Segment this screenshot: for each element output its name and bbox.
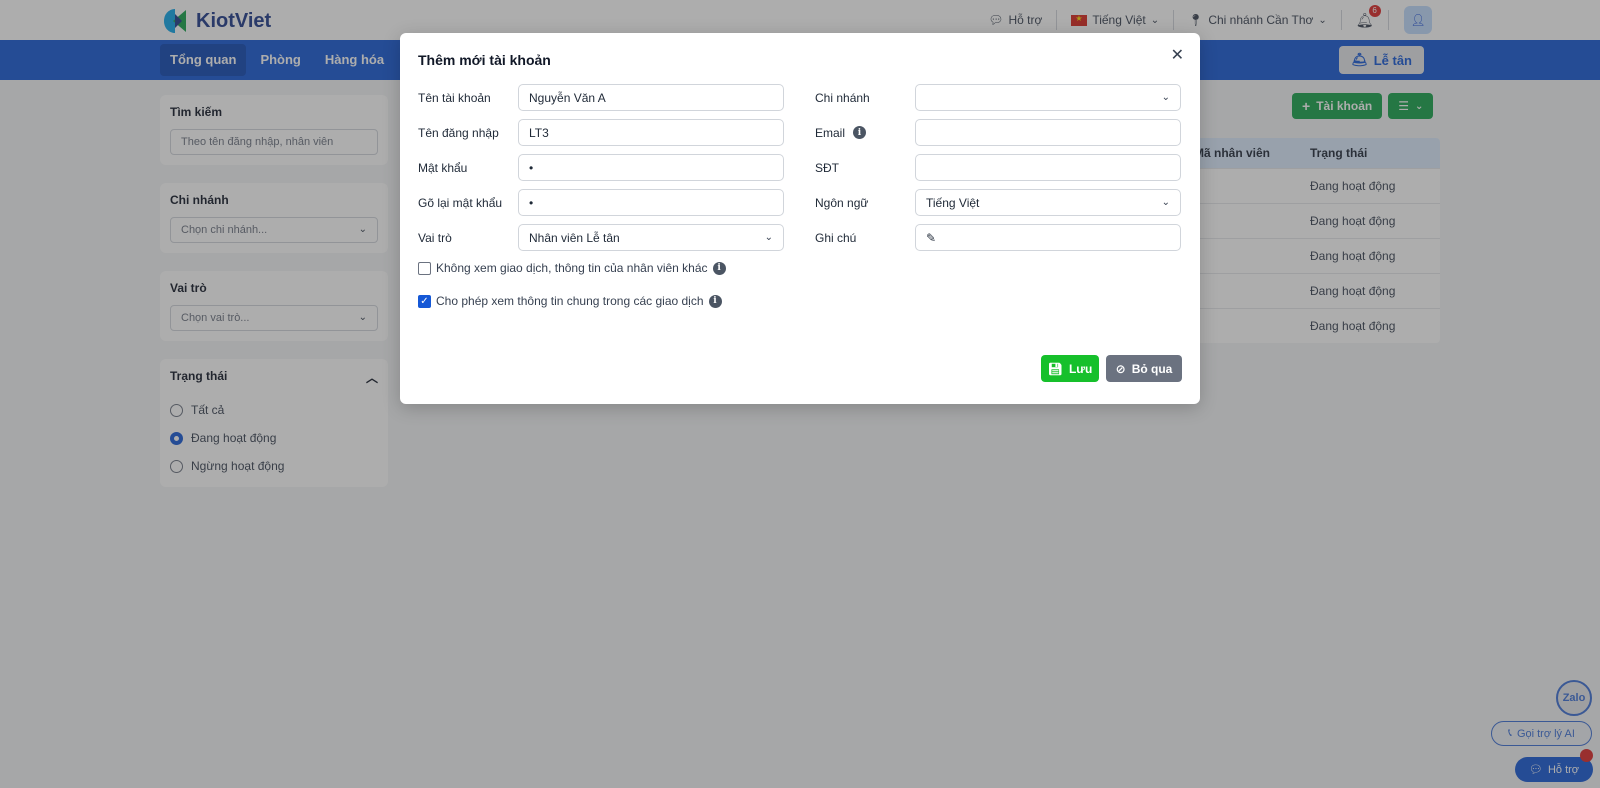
email-label-wrap: Email i — [815, 126, 915, 140]
branch-select[interactable]: ⌄ — [915, 84, 1181, 111]
checkbox1-label: Không xem giao dịch, thông tin của nhân … — [436, 261, 708, 275]
note-row: Ghi chú ✎ — [815, 224, 1181, 251]
account-name-value: Nguyễn Văn A — [529, 90, 606, 105]
repassword-input[interactable]: • — [518, 189, 784, 216]
info-icon[interactable]: i — [708, 294, 722, 308]
username-input[interactable]: LT3 — [518, 119, 784, 146]
cancel-button[interactable]: ⊘ Bỏ qua — [1106, 355, 1182, 382]
note-label: Ghi chú — [815, 230, 857, 245]
password-value: • — [529, 160, 534, 175]
info-icon[interactable]: i — [712, 261, 726, 275]
username-value: LT3 — [529, 125, 549, 140]
checkbox-icon[interactable] — [418, 261, 431, 275]
pencil-icon: ✎ — [926, 230, 937, 245]
username-label: Tên đăng nhập — [418, 125, 499, 140]
note-input[interactable]: ✎ — [915, 224, 1181, 251]
branch-label: Chi nhánh — [815, 90, 870, 105]
account-name-row: Tên tài khoản Nguyễn Văn A — [418, 84, 784, 111]
role-value: Nhân viên Lễ tân — [529, 230, 620, 245]
checkbox-checked-icon[interactable]: ✓ — [418, 294, 431, 308]
email-input[interactable] — [915, 119, 1181, 146]
phone-label: SĐT — [815, 160, 839, 175]
email-row: Email i — [815, 119, 1181, 146]
modal-title: Thêm mới tài khoản — [418, 52, 551, 68]
role-label: Vai trò — [418, 230, 452, 245]
repassword-value: • — [529, 195, 534, 210]
repassword-label: Gõ lại mật khẩu — [418, 195, 503, 210]
add-account-modal: Thêm mới tài khoản ✕ Tên tài khoản Nguyễ… — [400, 33, 1200, 404]
chevron-down-icon: ⌄ — [1161, 197, 1170, 208]
repassword-row: Gõ lại mật khẩu • — [418, 189, 784, 216]
password-row: Mật khẩu • — [418, 154, 784, 181]
role-select[interactable]: Nhân viên Lễ tân ⌄ — [518, 224, 784, 251]
floppy-disk-icon: 💾︎ — [1047, 361, 1063, 376]
role-row: Vai trò Nhân viên Lễ tân ⌄ — [418, 224, 784, 251]
email-label: Email — [815, 125, 846, 140]
password-input[interactable]: • — [518, 154, 784, 181]
language-select[interactable]: Tiếng Việt ⌄ — [915, 189, 1181, 216]
language-row: Ngôn ngữ Tiếng Việt ⌄ — [815, 189, 1181, 216]
save-button[interactable]: 💾︎ Lưu — [1041, 355, 1099, 382]
checkbox2-label: Cho phép xem thông tin chung trong các g… — [436, 294, 704, 308]
password-label: Mật khẩu — [418, 160, 468, 175]
hide-others-transactions-option[interactable]: Không xem giao dịch, thông tin của nhân … — [418, 261, 726, 275]
cancel-label: Bỏ qua — [1131, 361, 1173, 376]
account-name-label: Tên tài khoản — [418, 90, 491, 105]
info-icon[interactable]: i — [853, 126, 867, 139]
chevron-down-icon: ⌄ — [1161, 92, 1170, 103]
phone-row: SĐT — [815, 154, 1181, 181]
ban-icon: ⊘ — [1115, 361, 1126, 376]
allow-general-info-option[interactable]: ✓ Cho phép xem thông tin chung trong các… — [418, 294, 722, 308]
language-label: Ngôn ngữ — [815, 195, 869, 210]
chevron-down-icon: ⌄ — [764, 232, 773, 243]
username-row: Tên đăng nhập LT3 — [418, 119, 784, 146]
account-name-input[interactable]: Nguyễn Văn A — [518, 84, 784, 111]
save-label: Lưu — [1068, 361, 1093, 376]
language-value: Tiếng Việt — [926, 195, 980, 210]
close-icon[interactable]: ✕ — [1171, 45, 1184, 65]
branch-row: Chi nhánh ⌄ — [815, 84, 1181, 111]
phone-input[interactable] — [915, 154, 1181, 181]
